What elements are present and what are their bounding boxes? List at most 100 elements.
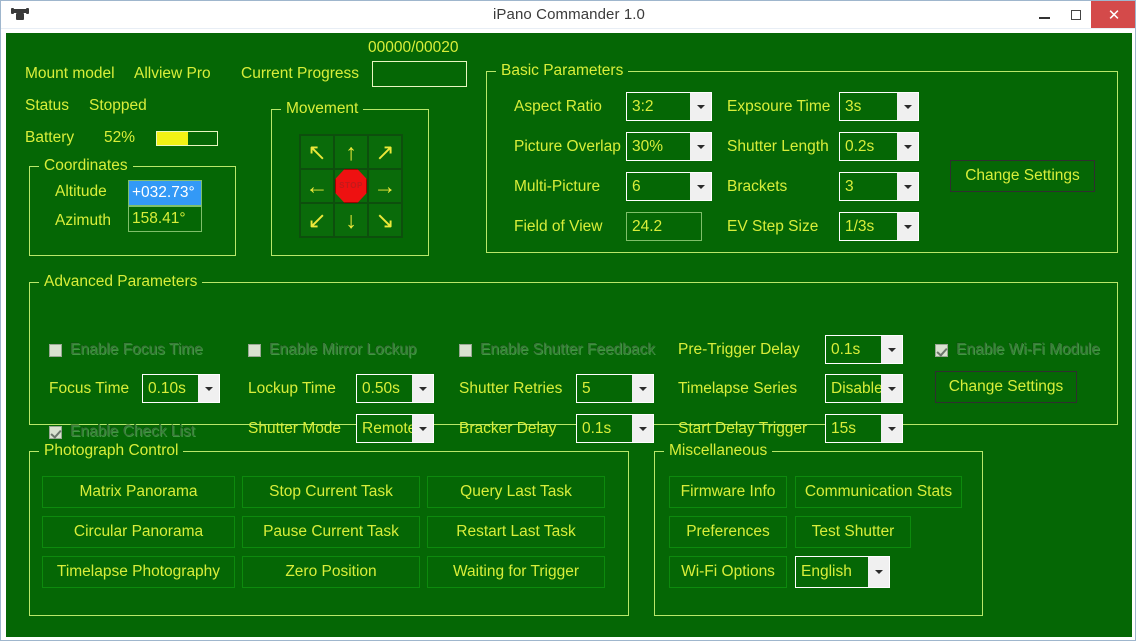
lockup-time-select[interactable]: 0.50s (356, 374, 434, 403)
chevron-down-icon[interactable] (881, 375, 902, 402)
focus-time-label: Focus Time (49, 380, 130, 397)
aspect-ratio-label: Aspect Ratio (514, 98, 602, 115)
azimuth-field[interactable]: 158.41° (128, 206, 202, 232)
altitude-field[interactable]: +032.73° (128, 180, 202, 206)
timelapse-photography-button[interactable]: Timelapse Photography (42, 556, 235, 588)
status-label: Status (25, 97, 69, 114)
battery-value: 52% (104, 129, 136, 146)
picture-overlap-select[interactable]: 30% (626, 132, 712, 161)
language-value: English (801, 563, 852, 580)
checkbox-box (935, 343, 948, 357)
ev-step-size-select[interactable]: 1/3s (839, 212, 919, 241)
chevron-down-icon[interactable] (881, 415, 902, 442)
focus-time-select[interactable]: 0.10s (142, 374, 220, 403)
stop-current-task-button[interactable]: Stop Current Task (242, 476, 420, 508)
enable-focus-time-checkbox[interactable]: Enable Focus Time (49, 341, 203, 359)
arrow-right-icon: → (373, 172, 397, 199)
shutter-retries-value: 5 (582, 380, 591, 397)
waiting-for-trigger-button[interactable]: Waiting for Trigger (427, 556, 605, 588)
shutter-length-select[interactable]: 0.2s (839, 132, 919, 161)
enable-mirror-lockup-checkbox[interactable]: Enable Mirror Lockup (248, 341, 416, 359)
circular-panorama-button[interactable]: Circular Panorama (42, 516, 235, 548)
timelapse-series-select[interactable]: Disable (825, 374, 903, 403)
multi-picture-select[interactable]: 6 (626, 172, 712, 201)
chevron-down-icon[interactable] (868, 557, 889, 587)
shutter-mode-label: Shutter Mode (248, 420, 342, 437)
chevron-down-icon[interactable] (412, 375, 433, 402)
enable-wifi-module-checkbox[interactable]: Enable Wi-Fi Module (935, 341, 1100, 359)
close-button[interactable]: ✕ (1091, 1, 1135, 28)
move-right-button[interactable]: → (368, 169, 402, 203)
basic-change-settings-button[interactable]: Change Settings (950, 160, 1095, 192)
coordinates-title: Coordinates (39, 156, 133, 175)
enable-shutter-feedback-checkbox[interactable]: Enable Shutter Feedback (459, 341, 655, 359)
move-down-button[interactable]: ↓ (334, 203, 368, 237)
enable-check-list-checkbox[interactable]: Enable Check List (49, 423, 195, 441)
firmware-info-button[interactable]: Firmware Info (669, 476, 787, 508)
chevron-down-icon[interactable] (412, 415, 433, 442)
chevron-down-icon[interactable] (198, 375, 219, 402)
chevron-down-icon[interactable] (897, 213, 918, 240)
shutter-retries-select[interactable]: 5 (576, 374, 654, 403)
chevron-down-icon[interactable] (897, 93, 918, 120)
arrow-down-right-icon: ↘ (375, 206, 395, 233)
move-left-button[interactable]: ← (300, 169, 334, 203)
restart-last-task-button[interactable]: Restart Last Task (427, 516, 605, 548)
maximize-button[interactable] (1060, 1, 1091, 28)
query-last-task-button[interactable]: Query Last Task (427, 476, 605, 508)
photograph-control-title: Photograph Control (39, 441, 184, 460)
brackets-select[interactable]: 3 (839, 172, 919, 201)
zero-position-button[interactable]: Zero Position (242, 556, 420, 588)
photograph-control-group: Photograph Control Matrix Panorama Stop … (29, 441, 629, 616)
battery-indicator (156, 131, 218, 146)
title-bar: iPano Commander 1.0 ✕ (1, 1, 1135, 29)
chevron-down-icon[interactable] (690, 133, 711, 160)
chevron-down-icon[interactable] (632, 415, 653, 442)
chevron-down-icon[interactable] (690, 173, 711, 200)
bracker-delay-select[interactable]: 0.1s (576, 414, 654, 443)
mount-model-label: Mount model (25, 65, 115, 82)
chevron-down-icon[interactable] (897, 133, 918, 160)
preferences-button[interactable]: Preferences (669, 516, 787, 548)
pre-trigger-delay-select[interactable]: 0.1s (825, 335, 903, 364)
advanced-change-settings-button[interactable]: Change Settings (935, 371, 1077, 403)
checkbox-box (49, 343, 62, 357)
move-up-button[interactable]: ↑ (334, 135, 368, 169)
minimize-button[interactable] (1029, 1, 1060, 28)
bracker-delay-value: 0.1s (582, 420, 612, 437)
communication-stats-button[interactable]: Communication Stats (795, 476, 962, 508)
language-select[interactable]: English (795, 556, 890, 588)
ev-step-size-value: 1/3s (845, 218, 875, 235)
start-delay-trigger-select[interactable]: 15s (825, 414, 903, 443)
move-stop-button[interactable]: STOP (334, 169, 368, 203)
miscellaneous-title: Miscellaneous (664, 441, 773, 460)
chevron-down-icon[interactable] (897, 173, 918, 200)
chevron-down-icon[interactable] (632, 375, 653, 402)
move-down-left-button[interactable]: ↙ (300, 203, 334, 237)
chevron-down-icon[interactable] (881, 336, 902, 363)
chevron-down-icon[interactable] (690, 93, 711, 120)
mount-model-value: Allview Pro (134, 65, 211, 82)
matrix-panorama-button[interactable]: Matrix Panorama (42, 476, 235, 508)
ev-step-size-label: EV Step Size (727, 218, 819, 235)
move-down-right-button[interactable]: ↘ (368, 203, 402, 237)
shutter-mode-select[interactable]: Remote (356, 414, 434, 443)
aspect-ratio-select[interactable]: 3:2 (626, 92, 712, 121)
move-up-left-button[interactable]: ↖ (300, 135, 334, 169)
picture-overlap-label: Picture Overlap (514, 138, 621, 155)
picture-overlap-value: 30% (632, 138, 664, 155)
shutter-mode-value: Remote (362, 420, 412, 437)
focus-time-value: 0.10s (148, 380, 186, 397)
pre-trigger-delay-label: Pre-Trigger Delay (678, 341, 800, 358)
test-shutter-button[interactable]: Test Shutter (795, 516, 911, 548)
checkbox-box (49, 425, 62, 439)
altitude-label: Altitude (55, 183, 107, 200)
pause-current-task-button[interactable]: Pause Current Task (242, 516, 420, 548)
arrow-up-left-icon: ↖ (307, 138, 327, 165)
arrow-down-icon: ↓ (345, 206, 357, 233)
shutter-retries-label: Shutter Retries (459, 380, 563, 397)
multi-picture-value: 6 (632, 178, 641, 195)
exposure-time-select[interactable]: 3s (839, 92, 919, 121)
wifi-options-button[interactable]: Wi-Fi Options (669, 556, 787, 588)
move-up-right-button[interactable]: ↗ (368, 135, 402, 169)
